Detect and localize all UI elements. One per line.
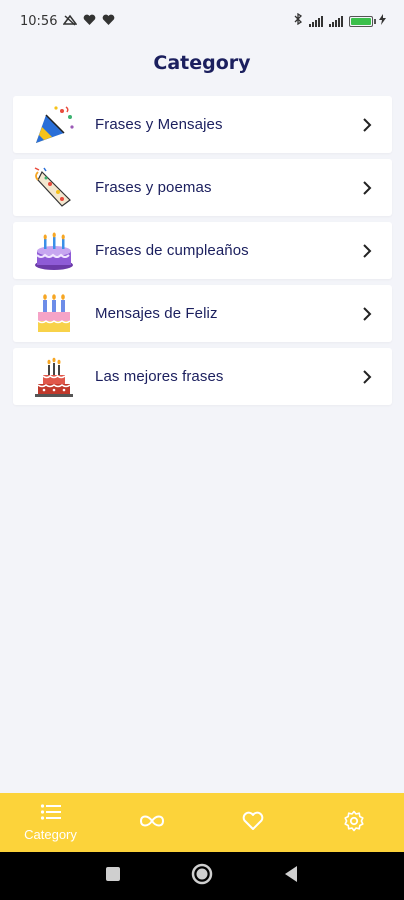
bottom-nav: Category xyxy=(0,793,404,852)
category-label: Frases y Mensajes xyxy=(95,116,223,133)
status-time: 10:56 xyxy=(20,13,58,29)
category-label: Frases y poemas xyxy=(95,179,212,196)
settings-gear-icon xyxy=(343,810,365,836)
category-item-frases-y-poemas[interactable]: Frases y poemas xyxy=(13,159,392,216)
chevron-right-icon xyxy=(360,369,374,384)
signal-icon xyxy=(309,15,323,27)
birthday-cake-icon xyxy=(31,228,77,274)
heart-icon xyxy=(102,14,115,29)
nav-item-settings[interactable] xyxy=(303,793,404,852)
battery-icon xyxy=(349,15,376,27)
category-item-frases-de-cumpleanos[interactable]: Frases de cumpleaños xyxy=(13,222,392,279)
category-item-mensajes-de-feliz[interactable]: Mensajes de Feliz xyxy=(13,285,392,342)
heart-icon xyxy=(83,14,96,29)
nav-label-category: Category xyxy=(24,827,77,842)
nav-item-infinity[interactable] xyxy=(101,793,202,852)
candles-cake-icon xyxy=(31,291,77,337)
category-list: Frases y Mensajes Frases y poemas Frases… xyxy=(13,96,392,405)
category-label: Frases de cumpleaños xyxy=(95,242,249,259)
nav-item-category[interactable]: Category xyxy=(0,793,101,852)
category-item-las-mejores-frases[interactable]: Las mejores frases xyxy=(13,348,392,405)
party-horn-icon xyxy=(31,165,77,211)
chevron-right-icon xyxy=(360,117,374,132)
status-right xyxy=(294,12,386,29)
heart-icon xyxy=(242,811,264,835)
status-bar: 10:56 xyxy=(0,0,404,42)
back-triangle-icon[interactable] xyxy=(283,865,299,887)
home-circle-icon[interactable] xyxy=(191,863,213,889)
category-label: Mensajes de Feliz xyxy=(95,305,218,322)
charging-icon xyxy=(379,13,386,29)
status-left: 10:56 xyxy=(20,14,115,29)
infinity-icon xyxy=(139,813,165,832)
recent-apps-square-icon[interactable] xyxy=(105,866,121,886)
category-label: Las mejores frases xyxy=(95,368,224,385)
tiered-cake-icon xyxy=(31,354,77,400)
chevron-right-icon xyxy=(360,243,374,258)
page-title: Category xyxy=(153,52,251,74)
chevron-right-icon xyxy=(360,306,374,321)
notification-icon xyxy=(62,14,78,29)
list-icon xyxy=(40,803,62,825)
category-item-frases-y-mensajes[interactable]: Frases y Mensajes xyxy=(13,96,392,153)
chevron-right-icon xyxy=(360,180,374,195)
signal-icon xyxy=(329,15,343,27)
bluetooth-icon xyxy=(294,12,303,29)
system-nav-bar xyxy=(0,852,404,900)
battery-level xyxy=(351,17,371,25)
nav-item-favorites[interactable] xyxy=(202,793,303,852)
party-popper-icon xyxy=(31,102,77,148)
